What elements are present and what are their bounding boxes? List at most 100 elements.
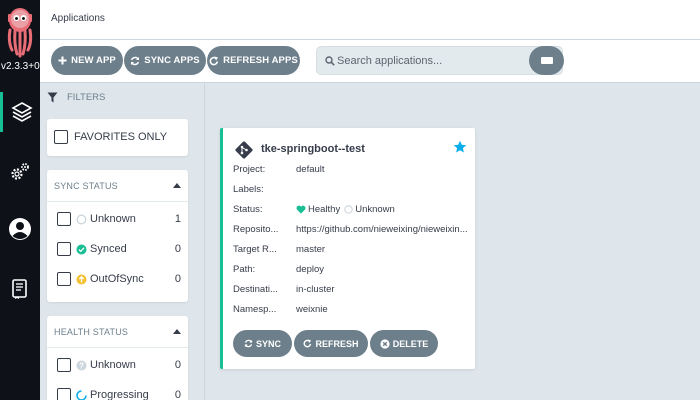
favorites-label: FAVORITES ONLY [74,131,168,143]
field-value: Healthy Unknown [296,204,468,215]
field-value: weixnie [296,304,328,315]
layers-icon [10,102,33,122]
favorite-star-icon[interactable] [453,140,467,159]
application-tile[interactable]: tke-springboot--test Project: default La… [220,128,475,369]
circle-outline-icon [344,205,353,214]
view-toggle-button[interactable] [529,46,564,75]
option-label: OutOfSync [90,273,144,285]
favorites-checkbox[interactable] [54,130,68,144]
filters-title: FILTERS [67,92,106,103]
option-count: 1 [174,213,181,225]
book-icon [12,279,27,299]
arrow-up-circle-icon [76,274,87,285]
field-project: Project: default [233,164,473,178]
check-circle-icon [76,244,87,255]
spinner-icon [76,389,87,400]
field-key: Namesp... [233,304,277,315]
sync-icon [131,56,140,65]
filters-panel: FILTERS FAVORITES ONLY SYNC STATUS Unkno… [40,83,205,400]
field-value: deploy [296,264,324,275]
sync-status-text: Unknown [355,204,395,215]
field-path: Path: deploy [233,264,473,278]
nav-settings[interactable] [0,152,40,192]
field-status: Status: Healthy Unknown [233,204,473,218]
argo-logo[interactable] [4,6,36,58]
checkbox[interactable] [57,358,71,372]
toolbar: NEW APP SYNC APPS REFRESH APPS / [40,40,700,83]
delete-button[interactable]: DELETE [370,330,438,357]
question-circle-icon: ? [76,360,87,371]
sync-synced-option[interactable]: Synced 0 [57,240,181,258]
filter-icon [47,92,58,103]
search-box[interactable]: / [316,46,563,75]
sync-status-title: SYNC STATUS [54,181,118,191]
checkbox[interactable] [57,272,71,286]
sync-label: SYNC [255,338,281,349]
plus-icon [58,56,67,65]
field-key: Target R... [233,244,277,255]
field-destination: Destinati... in-cluster [233,284,473,298]
app-name[interactable]: tke-springboot--test [261,143,365,155]
sync-unknown-option[interactable]: Unknown 1 [57,210,181,228]
option-label: Synced [90,243,127,255]
field-value: in-cluster [296,284,335,295]
option-label: Unknown [90,359,136,371]
refresh-button[interactable]: REFRESH [294,330,368,357]
divider [47,347,188,348]
favorites-filter[interactable]: FAVORITES ONLY [47,119,188,156]
sync-apps-label: SYNC APPS [144,55,200,66]
field-namespace: Namesp... weixnie [233,304,473,318]
svg-text:?: ? [79,361,84,370]
search-icon [325,56,335,66]
user-circle-icon [9,218,31,240]
sync-apps-button[interactable]: SYNC APPS [124,46,206,75]
nav-documentation[interactable] [0,269,40,309]
top-header: Applications [40,0,700,40]
heart-icon [296,205,306,214]
field-target-revision: Target R... master [233,244,473,258]
refresh-apps-label: REFRESH APPS [223,55,298,66]
field-key: Destinati... [233,284,278,295]
health-unknown-option[interactable]: ? Unknown 0 [57,356,181,374]
nav-user-info[interactable] [0,209,40,249]
refresh-icon [209,56,219,65]
field-key: Status: [233,204,263,215]
page-title: Applications [51,13,105,24]
new-app-label: NEW APP [71,55,116,66]
refresh-apps-button[interactable]: REFRESH APPS [207,46,300,75]
checkbox[interactable] [57,388,71,400]
health-progressing-option[interactable]: Progressing 0 [57,386,181,400]
gears-icon [11,163,29,180]
sync-button[interactable]: SYNC [233,330,292,357]
new-app-button[interactable]: NEW APP [51,46,123,75]
refresh-label: REFRESH [315,338,359,349]
option-count: 0 [174,359,181,371]
checkbox[interactable] [57,242,71,256]
field-key: Project: [233,164,266,175]
field-repository: Reposito... https://github.com/nieweixin… [233,224,473,238]
nav-applications[interactable] [0,92,40,132]
health-status-filter: HEALTH STATUS ? Unknown 0 Progressing 0 [47,316,188,400]
collapse-caret-icon[interactable] [173,183,181,188]
list-view-icon [540,57,553,64]
option-label: Unknown [90,213,136,225]
collapse-caret-icon[interactable] [173,329,181,334]
git-icon [235,141,253,164]
option-count: 0 [174,389,181,400]
option-label: Progressing [90,389,149,400]
field-key: Reposito... [233,224,279,235]
nav-rail: v2.3.3+0 [0,0,40,400]
health-status-text: Healthy [308,204,341,215]
filters-header: FILTERS [47,92,105,103]
delete-label: DELETE [392,338,429,349]
close-circle-icon [380,338,390,349]
repo-link[interactable]: https://github.com/nieweixing/nieweixin.… [296,224,468,235]
sync-outofsync-option[interactable]: OutOfSync 0 [57,270,181,288]
search-input[interactable] [337,47,517,74]
health-status-title: HEALTH STATUS [54,327,129,337]
divider [47,201,188,202]
refresh-icon [303,339,312,348]
circle-outline-icon [76,214,87,225]
checkbox[interactable] [57,212,71,226]
sync-icon [244,339,253,348]
